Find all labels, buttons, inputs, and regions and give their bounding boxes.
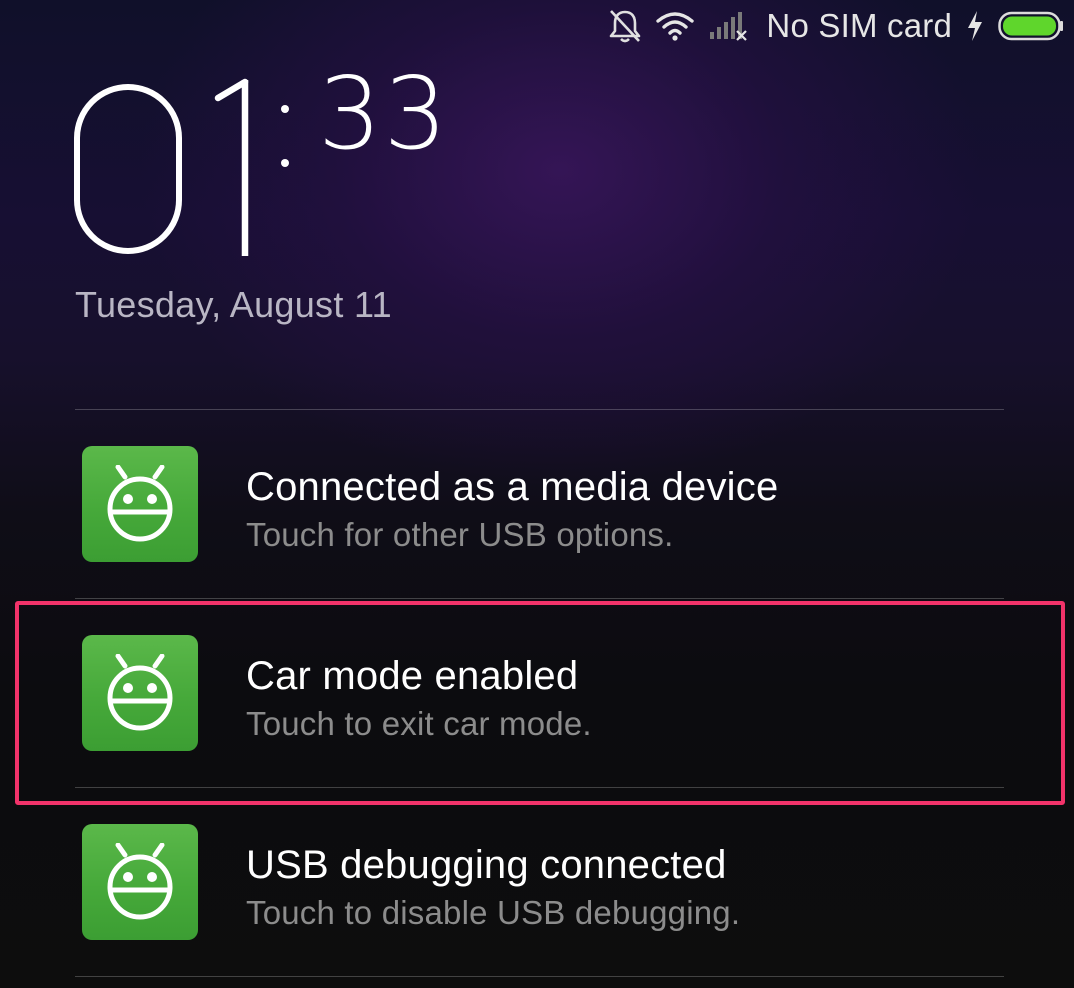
- lock-screen-date: Tuesday, August 11: [75, 284, 392, 325]
- wifi-icon: [656, 11, 695, 41]
- notification-media-device[interactable]: Connected as a media device Touch for ot…: [0, 410, 1074, 598]
- divider: [75, 976, 1004, 977]
- clock-colon: [281, 87, 289, 167]
- android-icon: [82, 446, 198, 562]
- notification-usb-debugging[interactable]: USB debugging connected Touch to disable…: [0, 788, 1074, 976]
- no-signal-icon: [708, 11, 748, 41]
- notifications-muted-icon: [608, 8, 642, 44]
- notification-subtitle: Touch for other USB options.: [246, 516, 674, 553]
- clock-minutes: 33: [318, 55, 450, 172]
- notification-title: Car mode enabled: [246, 654, 579, 698]
- notification-subtitle: Touch to exit car mode.: [246, 705, 592, 742]
- notification-title: Connected as a media device: [246, 465, 779, 509]
- android-icon: [82, 824, 198, 940]
- battery-icon: [998, 11, 1064, 41]
- android-icon: [82, 635, 198, 751]
- notification-subtitle: Touch to disable USB debugging.: [246, 894, 741, 931]
- carrier-status-text: No SIM card: [766, 7, 952, 44]
- clock-hour-digits: [74, 78, 249, 256]
- notification-title: USB debugging connected: [246, 843, 727, 887]
- charging-bolt-icon: [966, 10, 984, 42]
- status-bar: No SIM card: [608, 0, 1074, 52]
- lock-screen-clock: 33: [70, 64, 490, 270]
- notification-car-mode[interactable]: Car mode enabled Touch to exit car mode.: [0, 599, 1074, 787]
